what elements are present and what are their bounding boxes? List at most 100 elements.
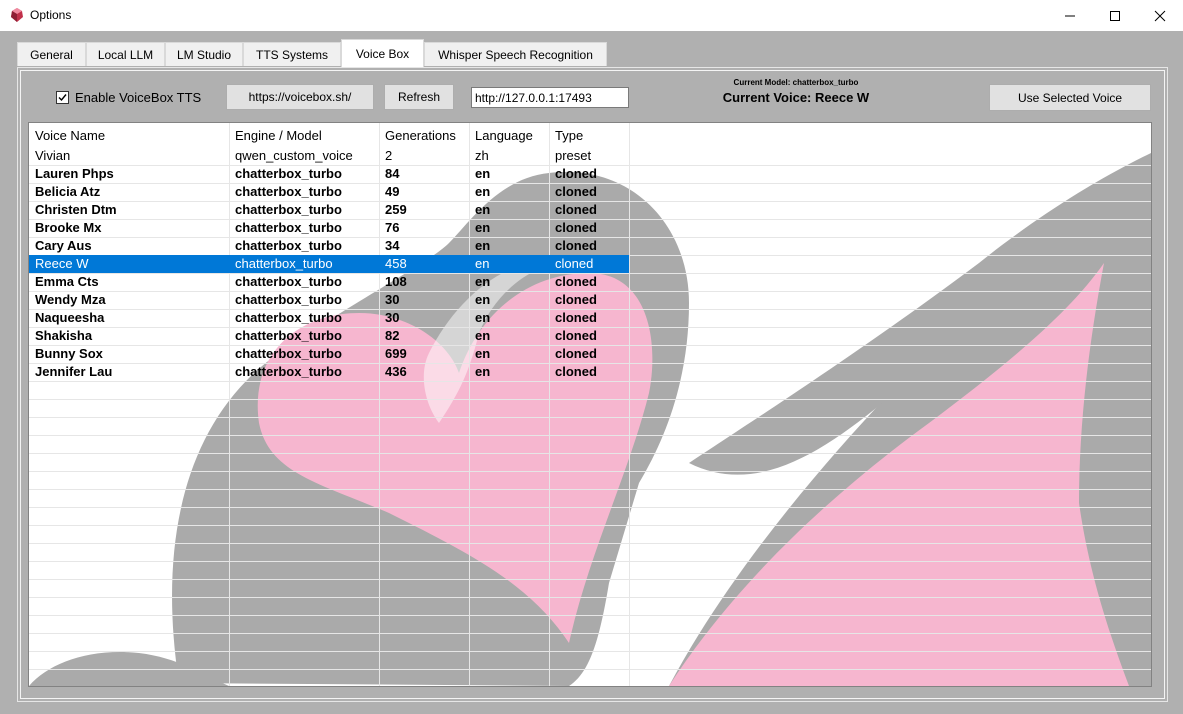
voice-name-cell: Cary Aus (35, 238, 92, 253)
table-row[interactable]: Belicia Atz chatterbox_turbo 49 en cloned (29, 183, 629, 201)
language-cell: en (475, 166, 491, 181)
table-row[interactable]: Brooke Mx chatterbox_turbo 76 en cloned (29, 219, 629, 237)
generations-cell: 259 (385, 202, 407, 217)
table-row[interactable]: Wendy Mza chatterbox_turbo 30 en cloned (29, 291, 629, 309)
type-cell: cloned (555, 256, 594, 271)
table-row[interactable]: Cary Aus chatterbox_turbo 34 en cloned (29, 237, 629, 255)
window-body: General Local LLM LM Studio TTS Systems … (0, 31, 1183, 714)
voice-list-grid[interactable]: Voice Name Engine / Model Generations La… (28, 122, 1152, 687)
engine-cell: chatterbox_turbo (235, 346, 342, 361)
voice-name-cell: Jennifer Lau (35, 364, 113, 379)
voice-name-cell: Wendy Mza (35, 292, 106, 307)
language-cell: en (475, 346, 491, 361)
table-row[interactable]: Reece W chatterbox_turbo 458 en cloned (29, 255, 629, 273)
checkbox-box[interactable] (56, 91, 69, 104)
column-header-voice-name[interactable]: Voice Name (29, 125, 229, 147)
generations-cell: 82 (385, 328, 400, 343)
table-row[interactable]: Bunny Sox chatterbox_turbo 699 en cloned (29, 345, 629, 363)
voice-name-cell: Christen Dtm (35, 202, 117, 217)
language-cell: en (475, 184, 491, 199)
voicebox-site-button[interactable]: https://voicebox.sh/ (226, 84, 374, 110)
voice-name-cell: Bunny Sox (35, 346, 103, 361)
checkmark-icon (58, 94, 67, 102)
voice-name-cell: Vivian (35, 148, 71, 163)
engine-cell: chatterbox_turbo (235, 166, 342, 181)
language-cell: en (475, 364, 491, 379)
minimize-icon (1065, 15, 1075, 16)
tab-tts-systems[interactable]: TTS Systems (243, 42, 341, 66)
column-header-type[interactable]: Type (549, 125, 629, 147)
tab-voice-box[interactable]: Voice Box (341, 39, 424, 67)
voice-name-cell: Emma Cts (35, 274, 99, 289)
engine-cell: chatterbox_turbo (235, 184, 342, 199)
language-cell: en (475, 220, 491, 235)
language-cell: zh (475, 148, 489, 163)
engine-cell: chatterbox_turbo (235, 310, 342, 325)
generations-cell: 30 (385, 292, 400, 307)
table-row[interactable]: Jennifer Lau chatterbox_turbo 436 en cloned (29, 363, 629, 381)
window-title: Options (30, 8, 72, 22)
voice-name-cell: Naqueesha (35, 310, 105, 325)
type-cell: cloned (555, 310, 597, 325)
tab-whisper-speech-recognition[interactable]: Whisper Speech Recognition (424, 42, 607, 66)
generations-cell: 2 (385, 148, 393, 163)
table-row[interactable]: Vivian qwen_custom_voice 2 zh preset (29, 147, 629, 165)
tab-local-llm[interactable]: Local LLM (86, 42, 165, 66)
app-gem-icon (11, 8, 23, 22)
close-button[interactable] (1137, 0, 1183, 31)
column-header-generations[interactable]: Generations (379, 125, 469, 147)
type-cell: cloned (555, 292, 597, 307)
type-cell: cloned (555, 202, 597, 217)
column-header-language[interactable]: Language (469, 125, 549, 147)
title-bar: Options (0, 0, 1183, 31)
enable-voicebox-checkbox[interactable]: Enable VoiceBox TTS (56, 90, 201, 105)
generations-cell: 699 (385, 346, 407, 361)
generations-cell: 49 (385, 184, 400, 199)
type-cell: cloned (555, 346, 597, 361)
language-cell: en (475, 292, 491, 307)
table-header-row: Voice Name Engine / Model Generations La… (29, 125, 629, 147)
tab-general[interactable]: General (17, 42, 86, 66)
generations-cell: 458 (385, 256, 407, 271)
voice-name-cell: Belicia Atz (35, 184, 101, 199)
type-cell: cloned (555, 364, 597, 379)
table-row[interactable]: Emma Cts chatterbox_turbo 108 en cloned (29, 273, 629, 291)
column-header-engine-model[interactable]: Engine / Model (229, 125, 379, 147)
voice-name-cell: Lauren Phps (35, 166, 114, 181)
engine-cell: chatterbox_turbo (235, 220, 342, 235)
type-cell: cloned (555, 220, 597, 235)
engine-cell: chatterbox_turbo (235, 292, 342, 307)
type-cell: preset (555, 148, 592, 163)
table-row[interactable]: Christen Dtm chatterbox_turbo 259 en cloned (29, 201, 629, 219)
generations-cell: 76 (385, 220, 400, 235)
refresh-button[interactable]: Refresh (384, 84, 454, 110)
table-row[interactable]: Lauren Phps chatterbox_turbo 84 en cloned (29, 165, 629, 183)
table-row[interactable]: Shakisha chatterbox_turbo 82 en cloned (29, 327, 629, 345)
table-row[interactable]: Naqueesha chatterbox_turbo 30 en cloned (29, 309, 629, 327)
language-cell: en (475, 310, 491, 325)
type-cell: cloned (555, 274, 597, 289)
enable-voicebox-label: Enable VoiceBox TTS (75, 90, 202, 105)
language-cell: en (475, 202, 491, 217)
engine-cell: chatterbox_turbo (235, 238, 342, 253)
type-cell: cloned (555, 166, 597, 181)
generations-cell: 30 (385, 310, 400, 325)
voice-name-cell: Brooke Mx (35, 220, 102, 235)
use-selected-voice-button[interactable]: Use Selected Voice (989, 84, 1151, 111)
close-icon (1154, 10, 1166, 21)
engine-cell: chatterbox_turbo (235, 274, 342, 289)
engine-cell: chatterbox_turbo (235, 256, 333, 271)
voicebox-tab-page: Enable VoiceBox TTS https://voicebox.sh/… (17, 67, 1168, 702)
generations-cell: 108 (385, 274, 407, 289)
language-cell: en (475, 238, 491, 253)
engine-cell: chatterbox_turbo (235, 328, 342, 343)
generations-cell: 34 (385, 238, 400, 253)
current-model-label: Current Model: chatterbox_turbo (733, 78, 859, 87)
tab-lm-studio[interactable]: LM Studio (165, 42, 243, 66)
generations-cell: 436 (385, 364, 407, 379)
minimize-button[interactable] (1047, 0, 1093, 31)
server-url-input[interactable] (471, 87, 629, 108)
maximize-button[interactable] (1092, 0, 1138, 31)
engine-cell: qwen_custom_voice (235, 148, 353, 163)
generations-cell: 84 (385, 166, 400, 181)
